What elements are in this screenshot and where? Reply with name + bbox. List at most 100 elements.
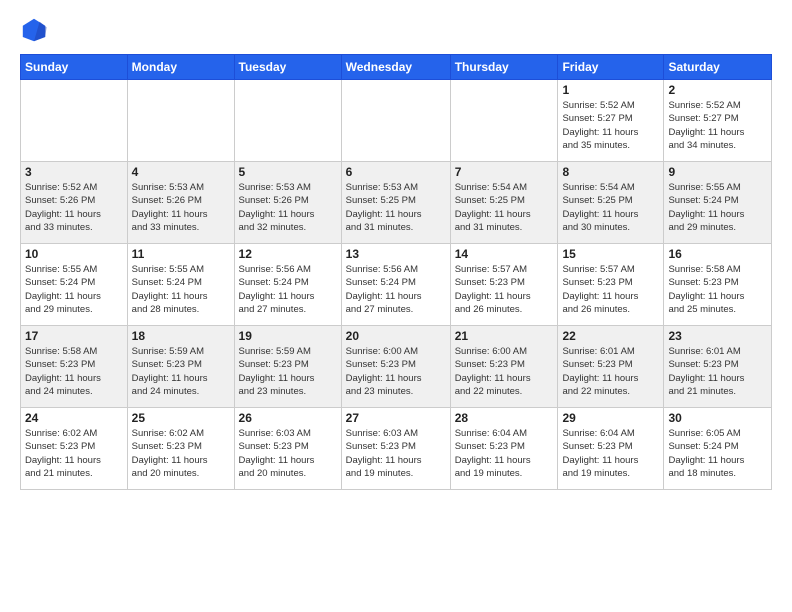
calendar-cell xyxy=(21,80,128,162)
calendar-cell: 25 Sunrise: 6:02 AM Sunset: 5:23 PM Dayli… xyxy=(127,408,234,490)
calendar-cell: 3 Sunrise: 5:52 AM Sunset: 5:26 PM Daylig… xyxy=(21,162,128,244)
day-info: Sunrise: 6:02 AM Sunset: 5:23 PM Dayligh… xyxy=(25,427,123,480)
day-info: Sunrise: 5:57 AM Sunset: 5:23 PM Dayligh… xyxy=(455,263,554,316)
day-number: 16 xyxy=(668,247,767,261)
day-info: Sunrise: 5:54 AM Sunset: 5:25 PM Dayligh… xyxy=(455,181,554,234)
calendar-cell: 6 Sunrise: 5:53 AM Sunset: 5:25 PM Daylig… xyxy=(341,162,450,244)
day-info: Sunrise: 5:52 AM Sunset: 5:27 PM Dayligh… xyxy=(562,99,659,152)
calendar-cell: 2 Sunrise: 5:52 AM Sunset: 5:27 PM Daylig… xyxy=(664,80,772,162)
day-info: Sunrise: 6:02 AM Sunset: 5:23 PM Dayligh… xyxy=(132,427,230,480)
calendar-table: SundayMondayTuesdayWednesdayThursdayFrid… xyxy=(20,54,772,490)
week-row-5: 24 Sunrise: 6:02 AM Sunset: 5:23 PM Dayli… xyxy=(21,408,772,490)
calendar-cell: 17 Sunrise: 5:58 AM Sunset: 5:23 PM Dayli… xyxy=(21,326,128,408)
calendar-cell: 7 Sunrise: 5:54 AM Sunset: 5:25 PM Daylig… xyxy=(450,162,558,244)
day-number: 22 xyxy=(562,329,659,343)
calendar-cell: 22 Sunrise: 6:01 AM Sunset: 5:23 PM Dayli… xyxy=(558,326,664,408)
calendar-cell: 12 Sunrise: 5:56 AM Sunset: 5:24 PM Dayli… xyxy=(234,244,341,326)
day-info: Sunrise: 6:04 AM Sunset: 5:23 PM Dayligh… xyxy=(455,427,554,480)
calendar-cell: 8Sunrise: 5:54 AM Sunset: 5:25 PM Daylig… xyxy=(558,162,664,244)
day-number: 23 xyxy=(668,329,767,343)
calendar-cell: 23 Sunrise: 6:01 AM Sunset: 5:23 PM Dayli… xyxy=(664,326,772,408)
day-number: 17 xyxy=(25,329,123,343)
day-number: 19 xyxy=(239,329,337,343)
day-number: 4 xyxy=(132,165,230,179)
calendar-cell: 10 Sunrise: 5:55 AM Sunset: 5:24 PM Dayli… xyxy=(21,244,128,326)
calendar-cell: 5 Sunrise: 5:53 AM Sunset: 5:26 PM Daylig… xyxy=(234,162,341,244)
calendar-cell xyxy=(234,80,341,162)
calendar-cell: 1 Sunrise: 5:52 AM Sunset: 5:27 PM Daylig… xyxy=(558,80,664,162)
calendar-cell: 26 Sunrise: 6:03 AM Sunset: 5:23 PM Dayli… xyxy=(234,408,341,490)
day-info: Sunrise: 6:01 AM Sunset: 5:23 PM Dayligh… xyxy=(668,345,767,398)
calendar-cell: 15 Sunrise: 5:57 AM Sunset: 5:23 PM Dayli… xyxy=(558,244,664,326)
logo xyxy=(20,16,52,44)
day-number: 30 xyxy=(668,411,767,425)
calendar-cell: 14 Sunrise: 5:57 AM Sunset: 5:23 PM Dayli… xyxy=(450,244,558,326)
calendar-cell xyxy=(127,80,234,162)
day-info: Sunrise: 5:52 AM Sunset: 5:26 PM Dayligh… xyxy=(25,181,123,234)
day-number: 28 xyxy=(455,411,554,425)
day-number: 14 xyxy=(455,247,554,261)
day-info: Sunrise: 6:01 AM Sunset: 5:23 PM Dayligh… xyxy=(562,345,659,398)
calendar-cell: 29 Sunrise: 6:04 AM Sunset: 5:23 PM Dayli… xyxy=(558,408,664,490)
day-info: Sunrise: 5:58 AM Sunset: 5:23 PM Dayligh… xyxy=(25,345,123,398)
day-info: Sunrise: 5:56 AM Sunset: 5:24 PM Dayligh… xyxy=(346,263,446,316)
calendar-cell: 20Sunrise: 6:00 AM Sunset: 5:23 PM Dayli… xyxy=(341,326,450,408)
calendar-cell: 11 Sunrise: 5:55 AM Sunset: 5:24 PM Dayli… xyxy=(127,244,234,326)
day-number: 21 xyxy=(455,329,554,343)
day-info: Sunrise: 6:04 AM Sunset: 5:23 PM Dayligh… xyxy=(562,427,659,480)
day-info: Sunrise: 5:53 AM Sunset: 5:25 PM Dayligh… xyxy=(346,181,446,234)
day-info: Sunrise: 6:03 AM Sunset: 5:23 PM Dayligh… xyxy=(346,427,446,480)
page: SundayMondayTuesdayWednesdayThursdayFrid… xyxy=(0,0,792,500)
day-number: 6 xyxy=(346,165,446,179)
day-number: 2 xyxy=(668,83,767,97)
day-info: Sunrise: 5:59 AM Sunset: 5:23 PM Dayligh… xyxy=(239,345,337,398)
day-number: 29 xyxy=(562,411,659,425)
day-number: 26 xyxy=(239,411,337,425)
day-number: 10 xyxy=(25,247,123,261)
day-info: Sunrise: 6:00 AM Sunset: 5:23 PM Dayligh… xyxy=(455,345,554,398)
day-info: Sunrise: 5:57 AM Sunset: 5:23 PM Dayligh… xyxy=(562,263,659,316)
day-info: Sunrise: 5:58 AM Sunset: 5:23 PM Dayligh… xyxy=(668,263,767,316)
day-info: Sunrise: 5:52 AM Sunset: 5:27 PM Dayligh… xyxy=(668,99,767,152)
day-number: 9 xyxy=(668,165,767,179)
weekday-header-row: SundayMondayTuesdayWednesdayThursdayFrid… xyxy=(21,55,772,80)
day-number: 7 xyxy=(455,165,554,179)
weekday-header-wednesday: Wednesday xyxy=(341,55,450,80)
weekday-header-sunday: Sunday xyxy=(21,55,128,80)
day-number: 20 xyxy=(346,329,446,343)
day-number: 12 xyxy=(239,247,337,261)
day-number: 8 xyxy=(562,165,659,179)
calendar-cell: 16 Sunrise: 5:58 AM Sunset: 5:23 PM Dayli… xyxy=(664,244,772,326)
day-info: Sunrise: 5:55 AM Sunset: 5:24 PM Dayligh… xyxy=(25,263,123,316)
day-number: 25 xyxy=(132,411,230,425)
day-number: 18 xyxy=(132,329,230,343)
day-number: 11 xyxy=(132,247,230,261)
day-info: Sunrise: 5:53 AM Sunset: 5:26 PM Dayligh… xyxy=(239,181,337,234)
day-info: Sunrise: 5:59 AM Sunset: 5:23 PM Dayligh… xyxy=(132,345,230,398)
day-info: Sunrise: 5:56 AM Sunset: 5:24 PM Dayligh… xyxy=(239,263,337,316)
calendar-cell xyxy=(450,80,558,162)
weekday-header-friday: Friday xyxy=(558,55,664,80)
calendar-cell: 13Sunrise: 5:56 AM Sunset: 5:24 PM Dayli… xyxy=(341,244,450,326)
day-number: 15 xyxy=(562,247,659,261)
calendar-cell: 9 Sunrise: 5:55 AM Sunset: 5:24 PM Daylig… xyxy=(664,162,772,244)
day-info: Sunrise: 5:55 AM Sunset: 5:24 PM Dayligh… xyxy=(132,263,230,316)
day-info: Sunrise: 6:03 AM Sunset: 5:23 PM Dayligh… xyxy=(239,427,337,480)
day-number: 24 xyxy=(25,411,123,425)
calendar-cell: 21 Sunrise: 6:00 AM Sunset: 5:23 PM Dayli… xyxy=(450,326,558,408)
calendar-cell xyxy=(341,80,450,162)
weekday-header-saturday: Saturday xyxy=(664,55,772,80)
day-number: 1 xyxy=(562,83,659,97)
calendar-cell: 24 Sunrise: 6:02 AM Sunset: 5:23 PM Dayli… xyxy=(21,408,128,490)
week-row-2: 3 Sunrise: 5:52 AM Sunset: 5:26 PM Daylig… xyxy=(21,162,772,244)
weekday-header-thursday: Thursday xyxy=(450,55,558,80)
day-info: Sunrise: 5:53 AM Sunset: 5:26 PM Dayligh… xyxy=(132,181,230,234)
week-row-3: 10 Sunrise: 5:55 AM Sunset: 5:24 PM Dayli… xyxy=(21,244,772,326)
week-row-4: 17 Sunrise: 5:58 AM Sunset: 5:23 PM Dayli… xyxy=(21,326,772,408)
day-number: 27 xyxy=(346,411,446,425)
day-number: 3 xyxy=(25,165,123,179)
day-number: 5 xyxy=(239,165,337,179)
weekday-header-tuesday: Tuesday xyxy=(234,55,341,80)
day-info: Sunrise: 5:55 AM Sunset: 5:24 PM Dayligh… xyxy=(668,181,767,234)
calendar-cell: 30Sunrise: 6:05 AM Sunset: 5:24 PM Dayli… xyxy=(664,408,772,490)
